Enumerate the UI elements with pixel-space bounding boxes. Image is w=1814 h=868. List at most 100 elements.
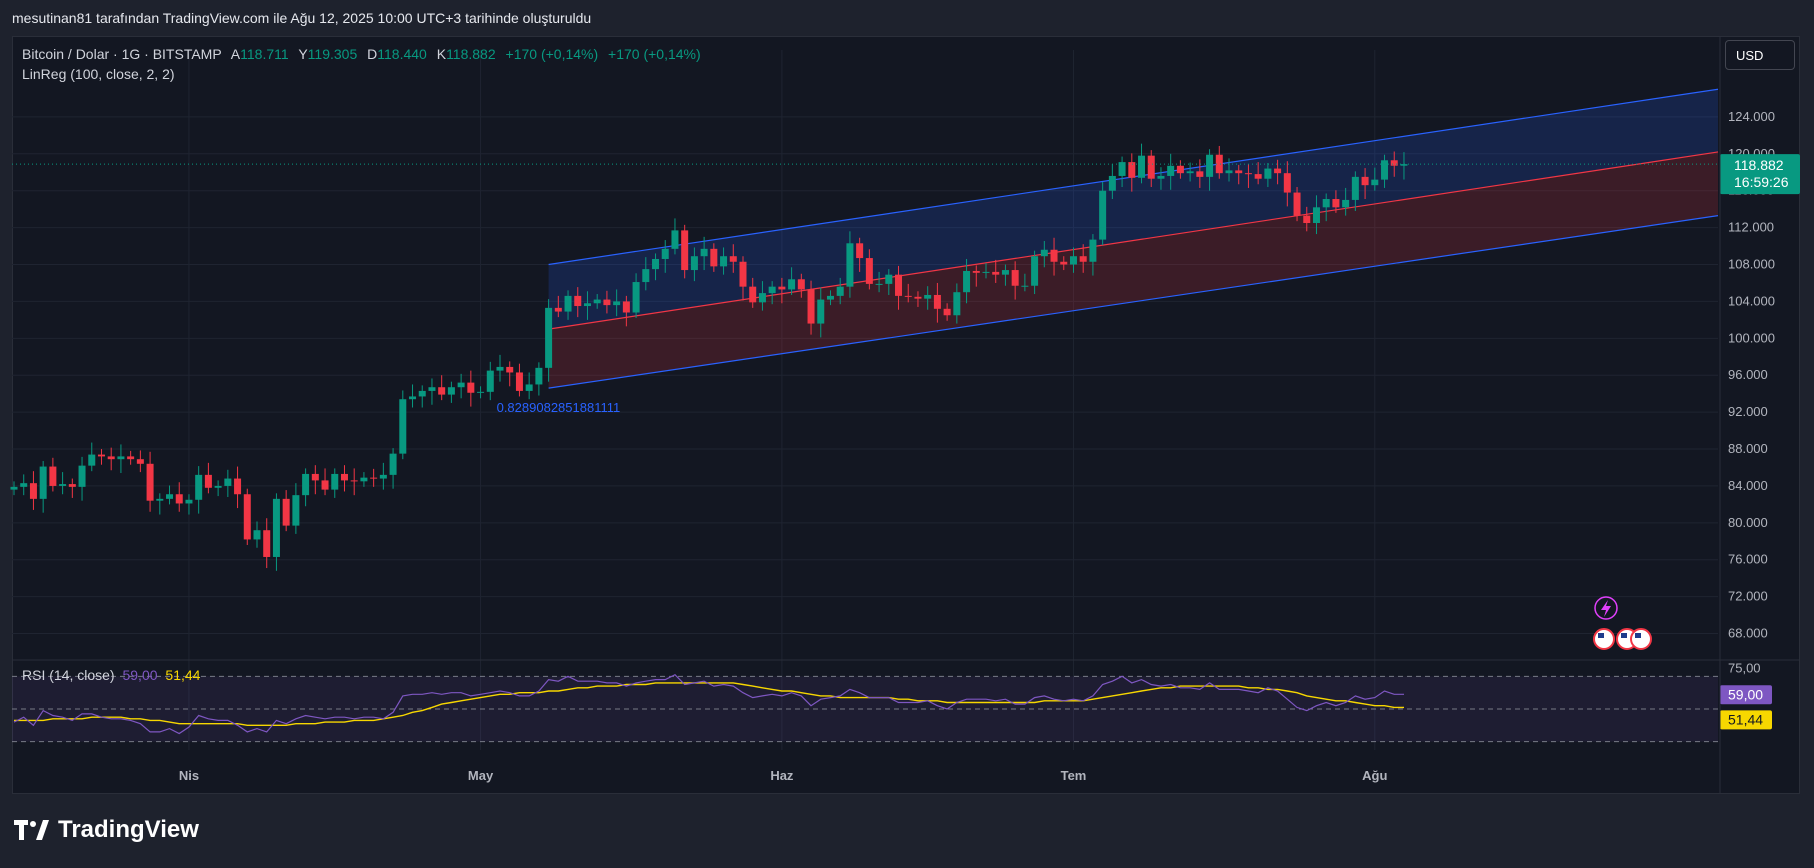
- date-tick-label: May: [468, 768, 494, 783]
- low-label: D: [367, 46, 378, 62]
- rsi-ma-value: 51,44: [165, 667, 201, 683]
- candle-body: [1128, 162, 1136, 178]
- candle-body: [1186, 171, 1194, 174]
- candle-body: [1293, 192, 1301, 216]
- chart-canvas[interactable]: 0.8289082851881111 124.000120.000116.000…: [0, 0, 1814, 868]
- candle-body: [204, 474, 212, 488]
- candle-body: [370, 477, 378, 479]
- candle-body: [1303, 215, 1311, 223]
- candle-body: [700, 248, 708, 257]
- candle-body: [807, 289, 815, 324]
- candle-body: [1050, 249, 1058, 262]
- candle-body: [428, 387, 436, 391]
- us-flag-icon-canton: [1635, 633, 1641, 638]
- candle-body: [914, 296, 922, 299]
- candle-body: [272, 498, 280, 557]
- candle-body: [797, 279, 805, 290]
- candle-body: [379, 474, 387, 479]
- candle-body: [68, 484, 76, 487]
- rsi-ma-tag-text: 51,44: [1728, 711, 1763, 727]
- candle-body: [1108, 175, 1116, 191]
- symbol-legend[interactable]: Bitcoin / Dolar · 1G · BITSTAMP A118.711…: [22, 46, 707, 62]
- candle-body: [418, 390, 426, 397]
- candle-body: [720, 256, 728, 267]
- candle-body: [1235, 170, 1243, 174]
- candle-body: [545, 307, 553, 368]
- candle-body: [389, 453, 397, 475]
- candle-body: [340, 473, 348, 481]
- price-tick-label: 68.000: [1728, 626, 1768, 641]
- candle-body: [992, 271, 1000, 275]
- candle-body: [1274, 168, 1282, 174]
- candle-body: [632, 282, 640, 313]
- candle-body: [515, 372, 523, 391]
- candle-body: [535, 367, 543, 385]
- candle-body: [214, 485, 222, 488]
- candle-body: [107, 456, 115, 460]
- candle-body: [574, 295, 582, 307]
- candle-body: [778, 286, 786, 290]
- candle-body: [943, 308, 951, 316]
- rsi-axis-label: 75,00: [1728, 660, 1761, 675]
- candle-body: [865, 258, 873, 284]
- date-tick-label: Nis: [179, 768, 199, 783]
- price-tick-label: 76.000: [1728, 552, 1768, 567]
- date-tick-label: Haz: [770, 768, 794, 783]
- us-flag-icon-canton: [1621, 633, 1627, 638]
- candle-body: [195, 474, 203, 500]
- change-value: +170 (+0,14%): [505, 46, 599, 62]
- symbol-name[interactable]: Bitcoin / Dolar · 1G · BITSTAMP: [22, 46, 222, 62]
- candle-body: [1021, 285, 1029, 287]
- currency-button[interactable]: USD: [1725, 40, 1795, 70]
- candle-body: [59, 484, 67, 486]
- date-tick-label: Tem: [1061, 768, 1087, 783]
- candle-body: [1011, 270, 1019, 286]
- high-value: 119.305: [307, 46, 358, 62]
- price-tick-label: 88.000: [1728, 441, 1768, 456]
- candle-body: [1264, 168, 1272, 179]
- candle-body: [166, 494, 174, 499]
- rsi-label[interactable]: RSI (14, close): [22, 667, 115, 683]
- candle-body: [972, 270, 980, 273]
- us-flag-icon: [1630, 628, 1652, 650]
- candle-body: [963, 270, 971, 293]
- candle-body: [603, 299, 611, 306]
- candle-body: [399, 399, 407, 454]
- candle-body: [525, 384, 533, 391]
- candle-body: [1283, 173, 1291, 193]
- candle-body: [564, 295, 572, 312]
- candle-body: [1079, 256, 1087, 262]
- rsi-legend[interactable]: RSI (14, close) 59,00 51,44: [22, 667, 200, 683]
- candle-body: [583, 303, 591, 307]
- candle-body: [710, 248, 718, 267]
- brand-name: TradingView: [58, 816, 199, 843]
- candle-body: [1390, 160, 1398, 166]
- linreg-indicator-label[interactable]: LinReg (100, close, 2, 2): [22, 66, 175, 82]
- channel-value-label: 0.8289082851881111: [497, 400, 621, 415]
- candle-body: [1351, 176, 1359, 200]
- candle-body: [360, 477, 368, 482]
- candle-body: [613, 301, 621, 306]
- open-label: A: [230, 46, 241, 62]
- candle-body: [622, 301, 630, 313]
- countdown-timer: 16:59:26: [1734, 174, 1789, 190]
- candle-body: [117, 456, 125, 460]
- candle-body: [885, 274, 893, 284]
- lightning-event-icon-glyph: [1601, 600, 1611, 617]
- candle-body: [486, 370, 494, 392]
- candle-body: [292, 495, 300, 526]
- last-price-value: 118.882: [1734, 157, 1784, 173]
- candle-body: [1206, 154, 1214, 177]
- rsi-value-tag-text: 59,00: [1728, 686, 1763, 702]
- candle-body: [661, 248, 669, 259]
- price-tick-label: 100.000: [1728, 330, 1775, 345]
- candle-body: [253, 530, 261, 540]
- candle-body: [506, 366, 514, 373]
- price-tick-label: 96.000: [1728, 367, 1768, 382]
- candle-body: [836, 286, 844, 296]
- candle-body: [282, 498, 290, 526]
- candle-body: [438, 387, 446, 395]
- candle-body: [671, 230, 679, 249]
- price-tick-label: 92.000: [1728, 404, 1768, 419]
- candle-body: [127, 456, 135, 460]
